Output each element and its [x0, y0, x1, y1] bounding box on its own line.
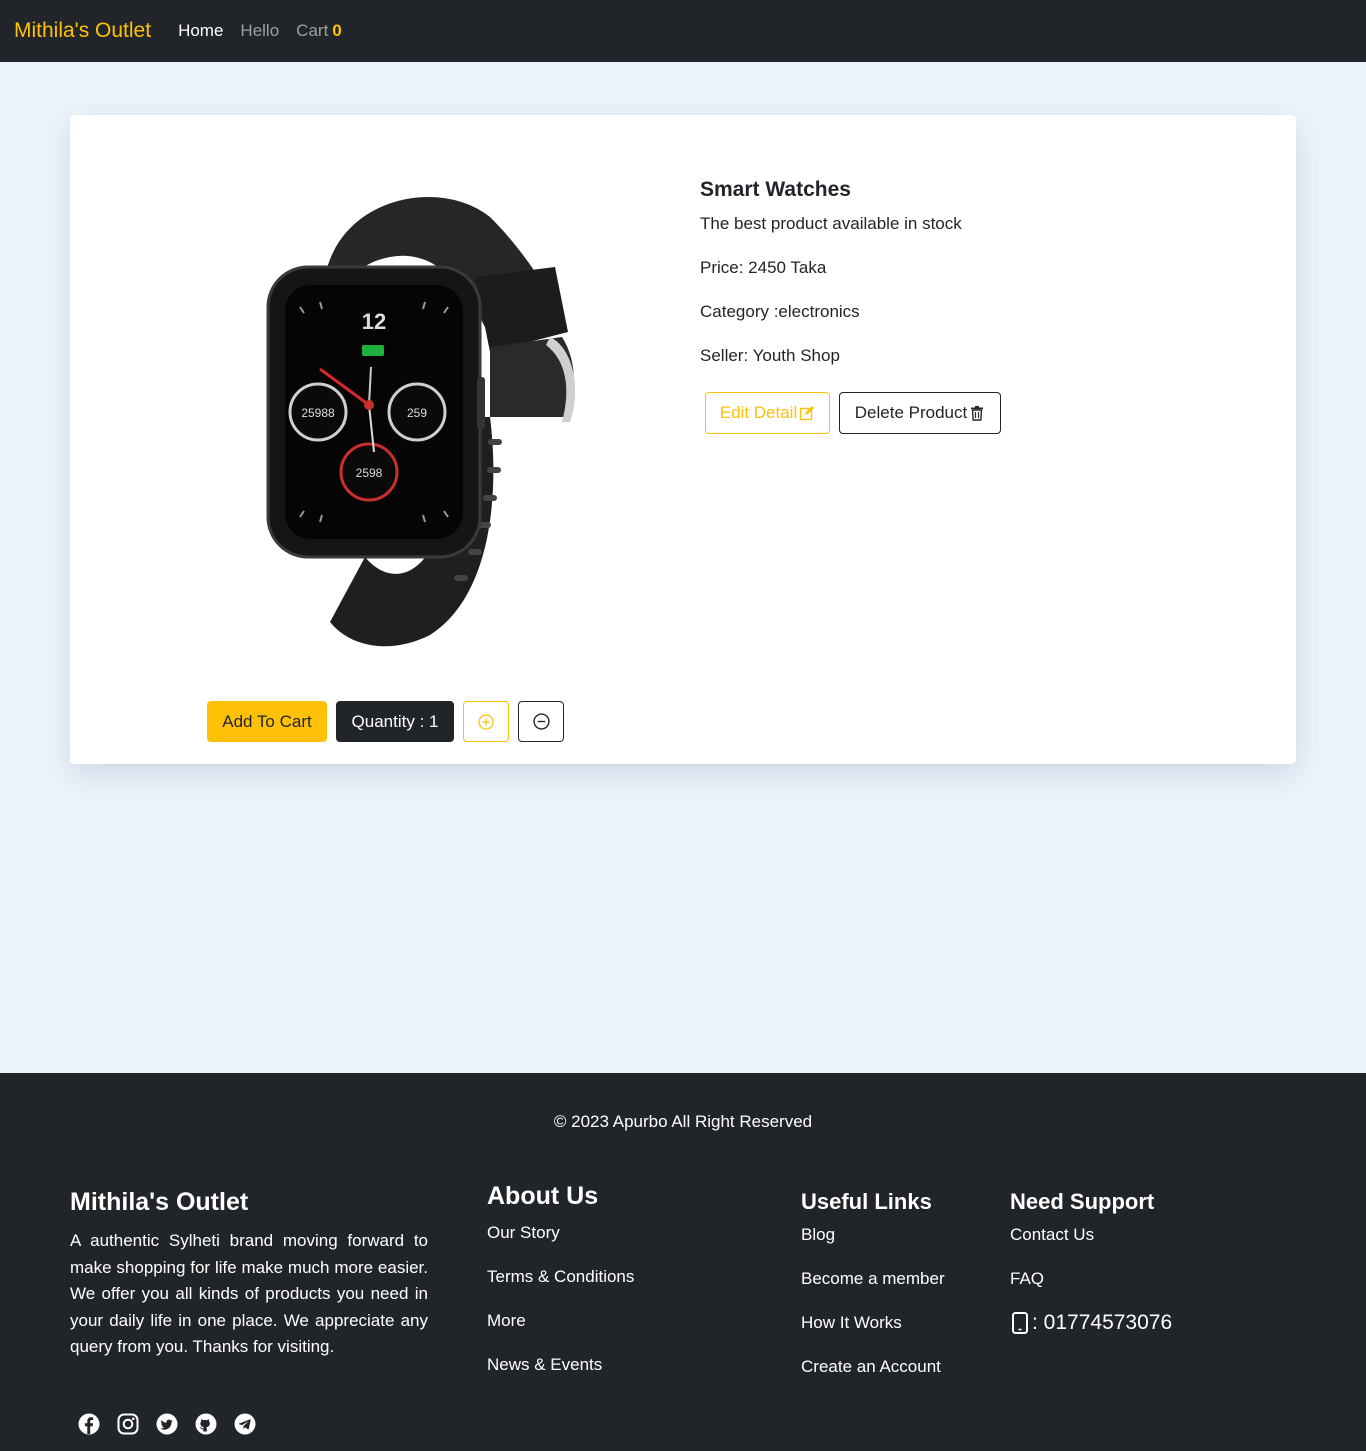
- product-details: Smart Watches The best product available…: [700, 178, 962, 390]
- product-price: Price: 2450 Taka: [700, 258, 827, 277]
- footer-useful-links: Useful Links Blog Become a member How It…: [801, 1189, 945, 1401]
- product-image: 12 25988 259 2598: [266, 197, 576, 647]
- telegram-icon[interactable]: [234, 1413, 256, 1435]
- delete-product-button[interactable]: Delete Product: [839, 392, 1001, 434]
- product-seller: Seller: Youth Shop: [700, 346, 840, 365]
- footer-brand: Mithila's Outlet: [70, 1188, 249, 1216]
- about-title: About Us: [487, 1182, 599, 1210]
- facebook-icon[interactable]: [78, 1413, 100, 1435]
- minus-circle-icon: [532, 713, 550, 730]
- delete-product-label: Delete Product: [854, 403, 968, 422]
- product-category: Category :electronics: [700, 302, 860, 321]
- navbar: Mithila's Outlet Home Hello Cart 0: [0, 0, 1366, 62]
- footer-link-terms[interactable]: Terms & Conditions: [487, 1267, 634, 1287]
- watch-bottom-dial: 2598: [356, 466, 383, 480]
- footer-about: About Us Our Story Terms & Conditions Mo…: [487, 1182, 634, 1399]
- quantity-display: Quantity : 1: [336, 701, 454, 742]
- nav-home[interactable]: Home: [178, 21, 223, 41]
- watch-time: 12: [362, 309, 386, 334]
- useful-links-title: Useful Links: [801, 1189, 932, 1214]
- increase-quantity-button[interactable]: [463, 701, 509, 742]
- footer-link-contact-us[interactable]: Contact Us: [1010, 1225, 1172, 1245]
- github-icon[interactable]: [195, 1413, 217, 1435]
- footer-link-become-member[interactable]: Become a member: [801, 1269, 945, 1289]
- support-phone: : 01774573076: [1010, 1311, 1172, 1335]
- brand-link[interactable]: Mithila's Outlet: [14, 19, 151, 43]
- watch-left-dial: 25988: [301, 406, 335, 420]
- edit-detail-label: Edit Detail: [719, 403, 798, 422]
- edit-detail-button[interactable]: Edit Detail: [705, 392, 830, 434]
- cart-count-badge: 0: [332, 21, 342, 40]
- watch-right-dial: 259: [407, 406, 427, 420]
- nav-hello[interactable]: Hello: [240, 21, 279, 41]
- instagram-icon[interactable]: [117, 1413, 139, 1435]
- social-links: [78, 1413, 256, 1435]
- product-description: The best product available in stock: [700, 214, 962, 233]
- footer-link-news-events[interactable]: News & Events: [487, 1355, 634, 1375]
- footer-link-our-story[interactable]: Our Story: [487, 1223, 634, 1243]
- edit-icon: [800, 406, 815, 421]
- copyright-text: © 2023 Apurbo All Right Reserved: [553, 1112, 813, 1131]
- footer-support: Need Support Contact Us FAQ : 0177457307…: [1010, 1189, 1172, 1335]
- footer-link-how-it-works[interactable]: How It Works: [801, 1313, 945, 1333]
- footer: © 2023 Apurbo All Right Reserved Mithila…: [0, 1073, 1366, 1451]
- footer-link-more[interactable]: More: [487, 1311, 634, 1331]
- nav-cart-label: Cart: [296, 21, 329, 40]
- twitter-icon[interactable]: [156, 1413, 178, 1435]
- product-name: Smart Watches: [700, 178, 851, 201]
- phone-number: : 01774573076: [1032, 1311, 1173, 1334]
- decrease-quantity-button[interactable]: [518, 701, 564, 742]
- footer-link-create-account[interactable]: Create an Account: [801, 1357, 945, 1377]
- support-title: Need Support: [1010, 1189, 1155, 1214]
- add-to-cart-button[interactable]: Add To Cart: [207, 701, 327, 742]
- phone-icon: [1012, 1312, 1028, 1334]
- product-card: 12 25988 259 2598 Smart Watches The best…: [70, 115, 1296, 764]
- nav-cart[interactable]: Cart 0: [296, 21, 342, 41]
- plus-circle-icon: [478, 713, 494, 730]
- footer-link-blog[interactable]: Blog: [801, 1225, 945, 1245]
- footer-link-faq[interactable]: FAQ: [1010, 1269, 1172, 1289]
- footer-description: A authentic Sylheti brand moving forward…: [70, 1231, 428, 1356]
- trash-icon: [971, 406, 984, 421]
